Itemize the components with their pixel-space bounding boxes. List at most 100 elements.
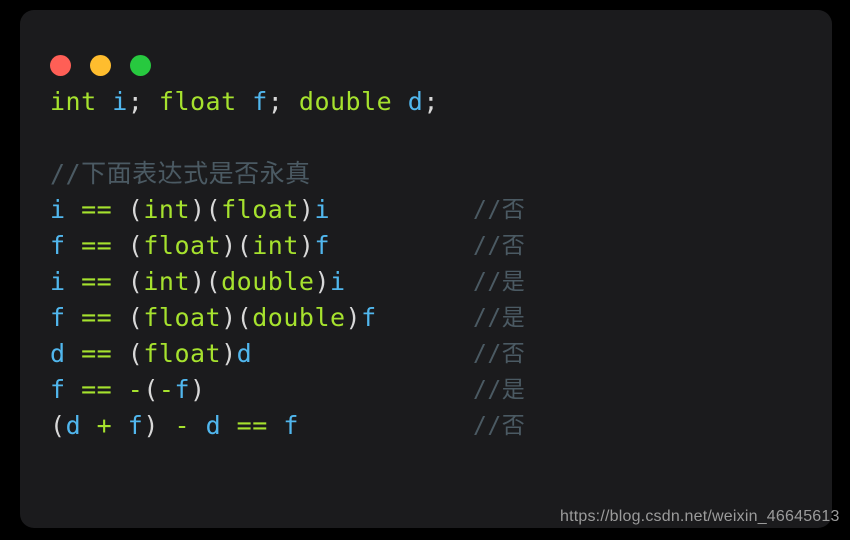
expr-3-lhs: i: [50, 267, 66, 296]
expr-1-op: ==: [65, 195, 128, 224]
screenshot-root: int i; float f; double d; //下面表达式是否永真 i …: [0, 0, 850, 540]
expr-2-op: ==: [65, 231, 128, 260]
expr-1-lhs: i: [50, 195, 66, 224]
variable-f: f: [252, 87, 268, 116]
expr-4-tokens: f == (float)(double)f: [50, 300, 377, 336]
expr-4-close-paren-1: ): [221, 303, 237, 332]
expr-4-open-paren-2: (: [236, 303, 253, 332]
window-titlebar[interactable]: [20, 10, 832, 76]
expr-3-open-paren-2: (: [205, 267, 222, 296]
semicolon-3: ;: [423, 87, 439, 116]
negation-minus-inner: -: [158, 375, 175, 404]
expr-3-comment: //是: [473, 269, 526, 295]
negation-open-paren: (: [143, 375, 159, 404]
expr-3-cast-1: int: [143, 267, 190, 296]
variable-d: d: [407, 87, 424, 116]
expr-3-close-paren-2: ): [314, 267, 330, 296]
code-line-negation: f == -(-f) //是: [20, 372, 832, 408]
arith-var-d1: d: [65, 411, 82, 440]
code-line-expr-2: f == (float)(int)f //否: [20, 228, 832, 264]
expr-2-cast-2: int: [252, 231, 299, 260]
negation-tokens: f == -(-f): [50, 372, 206, 408]
spacer-top: [20, 62, 832, 84]
code-line-section-comment: //下面表达式是否永真: [20, 156, 832, 192]
arith-minus: -: [158, 411, 206, 440]
expr-1-close-paren-2: ): [298, 195, 315, 224]
negation-lhs: f: [50, 375, 66, 404]
negation-close-paren: ): [190, 375, 206, 404]
expr-5-open-paren-1: (: [127, 339, 144, 368]
negation-minus-outer: -: [127, 375, 144, 404]
expr-2-lhs: f: [50, 231, 66, 260]
expr-1-open-paren-1: (: [127, 195, 144, 224]
expr-2-cast-1: float: [143, 231, 222, 260]
expr-1-close-paren-1: ): [190, 195, 206, 224]
arith-var-d2: d: [205, 411, 222, 440]
negation-inner-var: f: [174, 375, 191, 404]
expr-4-open-paren-1: (: [127, 303, 144, 332]
declaration-tokens: int i; float f; double d;: [50, 84, 439, 120]
variable-i: i: [112, 87, 128, 116]
arith-open-paren: (: [50, 411, 66, 440]
keyword-double: double: [298, 87, 393, 116]
expr-4-rhs: f: [361, 303, 377, 332]
expr-1-rhs: i: [314, 195, 331, 224]
semicolon-2: ;: [267, 87, 299, 116]
code-window: int i; float f; double d; //下面表达式是否永真 i …: [20, 10, 832, 528]
negation-comment: //是: [473, 377, 526, 403]
watermark-url: https://blog.csdn.net/weixin_46645613: [560, 508, 840, 525]
expr-2-open-paren-1: (: [127, 231, 144, 260]
semicolon-1: ;: [127, 87, 159, 116]
expr-5-lhs: d: [50, 339, 66, 368]
expr-3-rhs: i: [330, 267, 346, 296]
expr-5-rhs: d: [236, 339, 253, 368]
space-2: [237, 87, 253, 116]
expr-2-close-paren-2: ): [298, 231, 315, 260]
expr-1-comment: //否: [473, 197, 526, 223]
code-line-declaration: int i; float f; double d;: [20, 84, 832, 120]
expr-4-cast-1: float: [143, 303, 222, 332]
arith-var-f1: f: [127, 411, 144, 440]
expr-5-close-paren-1: ): [221, 339, 237, 368]
space-1: [97, 87, 113, 116]
code-content[interactable]: int i; float f; double d; //下面表达式是否永真 i …: [20, 62, 832, 528]
expr-2-comment: //否: [473, 233, 526, 259]
code-line-expr-1: i == (int)(float)i //否: [20, 192, 832, 228]
expr-2-rhs: f: [314, 231, 331, 260]
expr-5-cast-1: float: [143, 339, 222, 368]
negation-op: ==: [65, 375, 128, 404]
expr-5-tokens: d == (float)d: [50, 336, 252, 372]
expr-4-close-paren-2: ): [345, 303, 362, 332]
expr-4-cast-2: double: [252, 303, 346, 332]
expr-3-close-paren-1: ): [190, 267, 206, 296]
expr-4-lhs: f: [50, 303, 66, 332]
expr-2-open-paren-2: (: [236, 231, 253, 260]
expr-3-op: ==: [65, 267, 128, 296]
arith-plus: +: [81, 411, 128, 440]
code-line-expr-4: f == (float)(double)f //是: [20, 300, 832, 336]
expr-1-cast-1: int: [143, 195, 190, 224]
expr-2-tokens: f == (float)(int)f: [50, 228, 330, 264]
expr-3-tokens: i == (int)(double)i: [50, 264, 346, 300]
expr-3-open-paren-1: (: [127, 267, 144, 296]
expr-1-tokens: i == (int)(float)i: [50, 192, 330, 228]
arith-close-paren: ): [143, 411, 159, 440]
expr-4-op: ==: [65, 303, 128, 332]
keyword-int: int: [50, 87, 97, 116]
code-line-expr-3: i == (int)(double)i //是: [20, 264, 832, 300]
keyword-float: float: [158, 87, 237, 116]
code-line-arithmetic: (d + f) - d == f //否: [20, 408, 832, 444]
expr-3-cast-2: double: [221, 267, 315, 296]
expr-5-comment: //否: [473, 341, 526, 367]
arith-tokens: (d + f) - d == f: [50, 408, 299, 444]
expr-2-close-paren-1: ): [221, 231, 237, 260]
section-comment-text: //下面表达式是否永真: [50, 159, 311, 188]
expr-4-comment: //是: [473, 305, 526, 331]
expr-5-op: ==: [65, 339, 128, 368]
code-line-expr-5: d == (float)d //否: [20, 336, 832, 372]
arith-eq: ==: [221, 411, 284, 440]
expr-1-cast-2: float: [221, 195, 299, 224]
space-3: [392, 87, 408, 116]
arith-var-f2: f: [283, 411, 299, 440]
arith-comment: //否: [473, 413, 526, 439]
